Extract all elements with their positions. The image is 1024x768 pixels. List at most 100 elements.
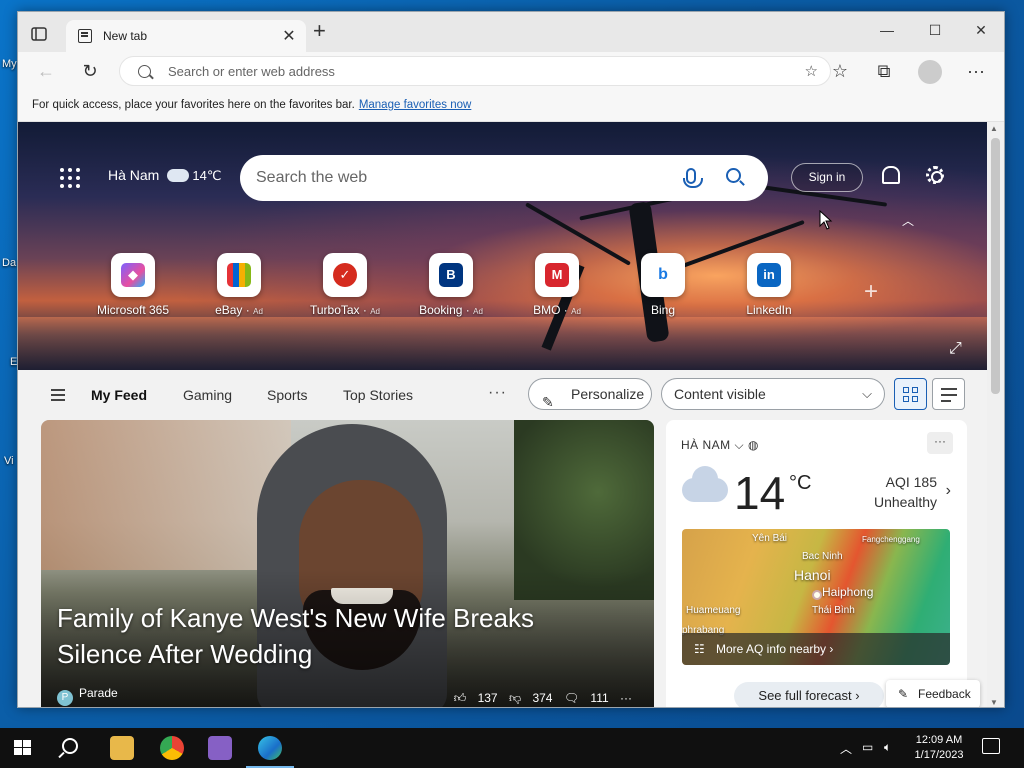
title-bar: New tab ✕ + — ☐ ✕: [18, 12, 1004, 52]
weather-more-button[interactable]: ···: [927, 432, 953, 454]
desktop-icon-label[interactable]: My: [2, 58, 17, 70]
dislike-count: 374: [532, 691, 553, 705]
article-headline[interactable]: Family of Kanye West's New Wife Breaks S…: [57, 600, 617, 672]
network-icon[interactable]: ▭: [862, 740, 873, 754]
more-aq-info-link[interactable]: ☷ More AQ info nearby ›: [682, 633, 950, 665]
quick-link-microsoft-365[interactable]: ◆ Microsoft 365: [93, 253, 173, 317]
content-visibility-dropdown[interactable]: Content visible ⌵: [661, 378, 885, 410]
web-search-input[interactable]: Search the web: [256, 169, 367, 187]
close-tab-icon[interactable]: ✕: [280, 26, 298, 46]
search-icon[interactable]: [726, 168, 741, 183]
weather-unit[interactable]: °C: [789, 472, 811, 495]
personalize-button[interactable]: ✎ Personalize: [528, 378, 652, 410]
chevron-up-icon[interactable]: ︿: [902, 212, 914, 229]
microphone-icon[interactable]: [683, 168, 703, 188]
personalize-label: Personalize: [571, 386, 645, 402]
weather-location-selector[interactable]: HÀ NAM ⌵ ◍: [681, 438, 759, 453]
tab-new-tab[interactable]: New tab ✕: [66, 20, 306, 52]
tab-my-feed[interactable]: My Feed: [91, 387, 147, 403]
tab-actions-button[interactable]: [28, 23, 50, 45]
favorites-bar: For quick access, place your favorites h…: [18, 90, 1004, 122]
turbotax-icon: ✓: [333, 263, 357, 287]
booking-icon: B: [439, 263, 463, 287]
page-scrollbar[interactable]: ▲ ▼: [987, 122, 1004, 707]
windows-start-icon[interactable]: [14, 740, 32, 757]
menu-icon[interactable]: [51, 394, 65, 396]
web-search-box[interactable]: Search the web: [240, 155, 768, 201]
gear-icon[interactable]: [926, 166, 944, 184]
quick-link-linkedin[interactable]: in LinkedIn: [729, 253, 809, 317]
chevron-up-icon[interactable]: ︿: [840, 740, 852, 757]
comments-button[interactable]: 🗨︎ 111: [564, 691, 609, 705]
like-button[interactable]: 👍︎ 137: [454, 691, 498, 705]
volume-icon[interactable]: 🔈︎: [884, 740, 891, 755]
add-favorite-icon[interactable]: ☆: [805, 62, 818, 80]
more-aq-info-label: More AQ info nearby: [716, 642, 827, 656]
desktop-icon-label[interactable]: Da: [2, 257, 16, 269]
featured-article-card[interactable]: Family of Kanye West's New Wife Breaks S…: [41, 420, 654, 707]
ad-badge: Ad: [571, 307, 581, 316]
search-icon[interactable]: [62, 738, 78, 754]
notifications-icon[interactable]: [982, 738, 1000, 754]
air-quality-map[interactable]: Yên Bái Bac Ninh Fangchenggang Hanoi Hai…: [682, 529, 950, 665]
quick-link-booking[interactable]: B Booking · Ad: [411, 253, 491, 317]
visual-studio-icon[interactable]: [208, 736, 232, 760]
scroll-down-arrow-icon[interactable]: ▼: [990, 698, 998, 707]
see-full-forecast-button[interactable]: See full forecast ›: [734, 682, 884, 707]
manage-favorites-link[interactable]: Manage favorites now: [359, 99, 472, 111]
search-icon: [138, 65, 151, 78]
refresh-icon[interactable]: ↻: [78, 59, 102, 83]
maximize-button[interactable]: ☐: [912, 22, 958, 39]
cloud-icon: [682, 466, 728, 502]
tab-gaming[interactable]: Gaming: [183, 387, 232, 403]
expand-icon[interactable]: ⤢: [949, 340, 962, 358]
tile-label: LinkedIn: [746, 303, 792, 317]
scroll-up-arrow-icon[interactable]: ▲: [990, 124, 998, 133]
feedback-icon: ✎: [898, 687, 909, 701]
chevron-right-icon[interactable]: ›: [946, 482, 951, 500]
address-bar[interactable]: Search or enter web address ☆: [119, 56, 831, 86]
add-quick-link-button[interactable]: +: [864, 278, 878, 306]
scrollbar-thumb[interactable]: [991, 138, 1000, 394]
favorites-icon[interactable]: ☆: [828, 59, 852, 83]
air-quality[interactable]: AQI 185 Unhealthy: [871, 472, 937, 512]
clock-date: 1/17/2023: [914, 749, 964, 761]
weather-temp: 14℃: [192, 168, 222, 183]
settings-more-icon[interactable]: ···: [964, 59, 988, 83]
quick-link-ebay[interactable]: eBay · Ad: [199, 253, 279, 317]
grid-layout-button[interactable]: [894, 378, 927, 410]
weather-mini-widget[interactable]: Hà Nam 14℃: [108, 167, 221, 184]
map-label: Yên Bái: [752, 533, 788, 544]
back-arrow-icon[interactable]: ←: [34, 59, 58, 83]
dislike-button[interactable]: 👎︎ 374: [509, 691, 553, 705]
new-tab-button[interactable]: +: [313, 20, 326, 42]
tab-top-stories[interactable]: Top Stories: [343, 387, 413, 403]
tab-title: New tab: [103, 29, 148, 43]
profile-avatar[interactable]: [918, 60, 942, 84]
article-more-button[interactable]: ···: [620, 691, 632, 705]
article-source[interactable]: P Parade: [57, 686, 118, 706]
map-label: Haiphong: [822, 585, 874, 599]
sign-in-button[interactable]: Sign in: [791, 163, 863, 192]
quick-link-bing[interactable]: b Bing: [623, 253, 703, 317]
system-clock[interactable]: 12:09 AM 1/17/2023: [906, 733, 972, 763]
collections-icon[interactable]: ⧉: [872, 59, 896, 83]
list-layout-button[interactable]: [932, 378, 965, 410]
browser-window: New tab ✕ + — ☐ ✕ ← ↻ Search or enter we…: [17, 11, 1005, 708]
file-explorer-icon[interactable]: [110, 736, 134, 760]
desktop-icon-label[interactable]: Vi: [4, 455, 14, 467]
tab-sports[interactable]: Sports: [267, 387, 307, 403]
edge-icon[interactable]: [246, 736, 294, 768]
quick-link-bmo[interactable]: M BMO · Ad: [517, 253, 597, 317]
notifications-bell-icon[interactable]: [882, 166, 900, 184]
chrome-icon[interactable]: [160, 736, 184, 760]
map-label: Fangchenggang: [862, 535, 920, 544]
new-tab-page: Hà Nam 14℃ Search the web Sign in ︿ ◆ Mic…: [18, 122, 988, 707]
close-window-button[interactable]: ✕: [958, 22, 1004, 39]
feedback-button[interactable]: ✎ Feedback: [886, 680, 980, 707]
apps-launcher-button[interactable]: [60, 168, 80, 188]
address-input[interactable]: Search or enter web address: [168, 64, 335, 79]
quick-link-turbotax[interactable]: ✓ TurboTax · Ad: [305, 253, 385, 317]
minimize-button[interactable]: —: [864, 22, 910, 38]
more-tabs-button[interactable]: ···: [488, 384, 507, 402]
